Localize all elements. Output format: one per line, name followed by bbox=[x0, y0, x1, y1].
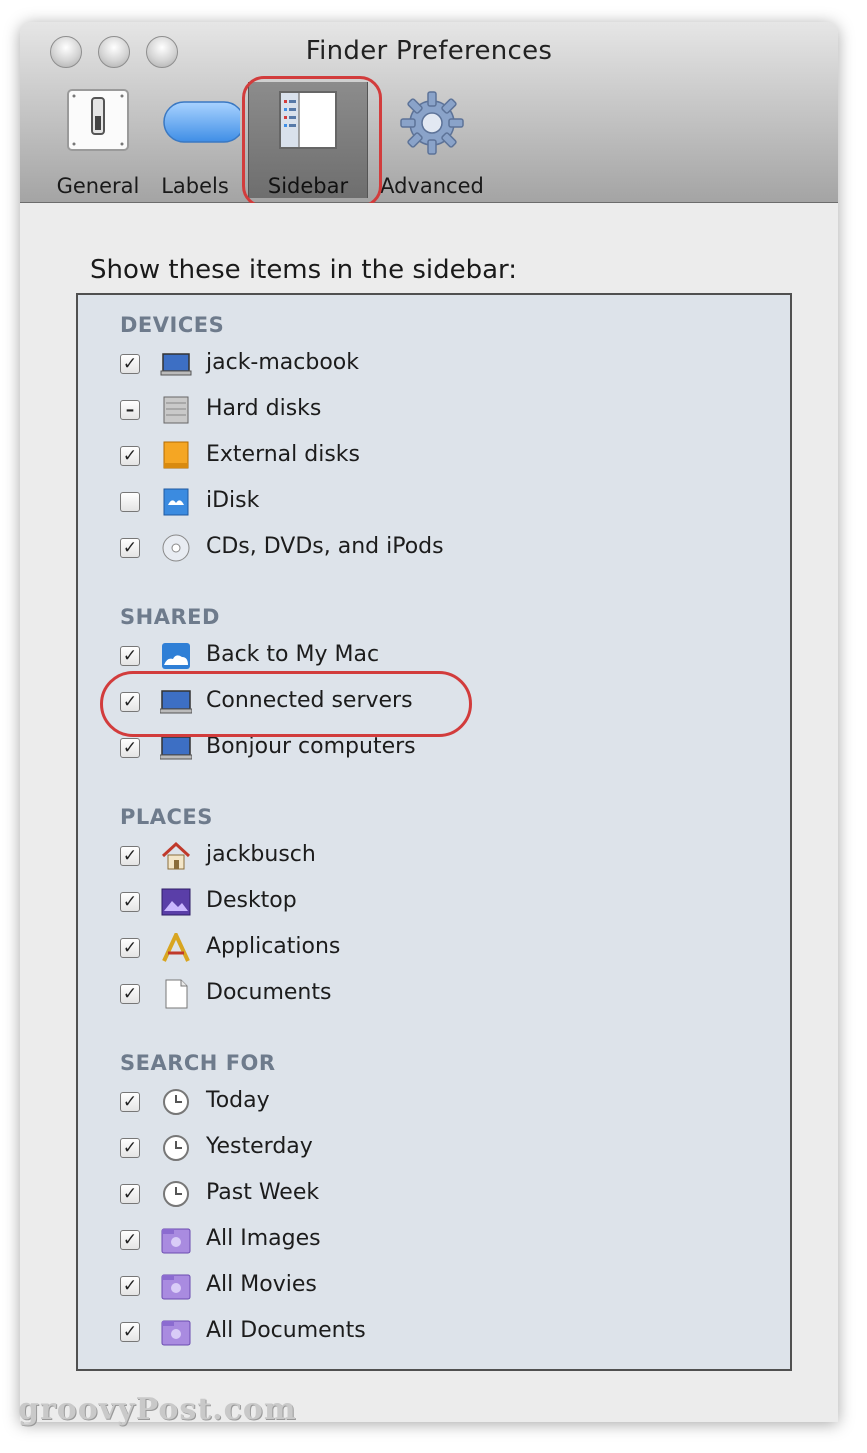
label-pill-icon bbox=[150, 88, 245, 156]
checkbox[interactable]: ✓ bbox=[120, 984, 140, 1004]
list-item[interactable]: ✓ All Movies bbox=[120, 1267, 720, 1305]
tab-general-label: General bbox=[56, 174, 140, 198]
applications-icon bbox=[160, 930, 192, 963]
checkbox[interactable]: ✓ bbox=[120, 892, 140, 912]
smart-folder-icon bbox=[160, 1225, 192, 1255]
laptop-icon bbox=[160, 349, 192, 379]
tab-labels[interactable]: Labels bbox=[150, 82, 245, 198]
checkbox[interactable]: ✓ bbox=[120, 1184, 140, 1204]
checkbox[interactable]: ✓ bbox=[120, 354, 140, 374]
window-title: Finder Preferences bbox=[305, 36, 553, 66]
checkbox[interactable]: – bbox=[120, 400, 140, 420]
checkbox[interactable]: ✓ bbox=[120, 1092, 140, 1112]
clock-icon bbox=[160, 1133, 192, 1163]
checkbox[interactable] bbox=[120, 492, 140, 512]
list-item[interactable]: ✓ Back to My Mac bbox=[120, 637, 720, 675]
title-bar: Finder Preferences General Labels Sideba… bbox=[20, 22, 838, 208]
section-title-devices: DEVICES bbox=[120, 313, 225, 337]
list-item[interactable]: ✓ Past Week bbox=[120, 1175, 720, 1213]
tab-advanced[interactable]: Advanced bbox=[372, 82, 492, 198]
checkbox[interactable]: ✓ bbox=[120, 846, 140, 866]
section-title-places: PLACES bbox=[120, 805, 213, 829]
finder-preferences-window: Finder Preferences General Labels Sideba… bbox=[20, 22, 838, 1422]
tab-advanced-label: Advanced bbox=[380, 174, 484, 198]
checkbox[interactable]: ✓ bbox=[120, 538, 140, 558]
cd-icon bbox=[160, 533, 192, 563]
list-item[interactable]: ✓ jack-macbook bbox=[120, 345, 720, 383]
annotation-highlight-connected-servers bbox=[100, 671, 472, 737]
checkbox[interactable]: ✓ bbox=[120, 1138, 140, 1158]
gear-icon bbox=[397, 88, 467, 162]
monitor-icon bbox=[159, 733, 193, 763]
list-item[interactable]: ✓ Desktop bbox=[120, 883, 720, 921]
watermark: groovyPost.com bbox=[18, 1392, 297, 1427]
checkbox[interactable]: ✓ bbox=[120, 938, 140, 958]
switch-icon bbox=[66, 88, 130, 156]
list-item[interactable]: ✓ Applications bbox=[120, 929, 720, 967]
sidebar-preferences-pane: Show these items in the sidebar: DEVICES… bbox=[20, 203, 838, 1422]
checkbox[interactable]: ✓ bbox=[120, 1322, 140, 1342]
list-item[interactable]: ✓ Documents bbox=[120, 975, 720, 1013]
home-icon bbox=[160, 841, 192, 871]
clock-icon bbox=[160, 1087, 192, 1117]
section-title-search-for: SEARCH FOR bbox=[120, 1051, 276, 1075]
desktop-icon bbox=[160, 887, 192, 917]
list-item[interactable]: ✓ All Images bbox=[120, 1221, 720, 1259]
checkbox[interactable]: ✓ bbox=[120, 446, 140, 466]
list-item[interactable]: ✓ All Documents bbox=[120, 1313, 720, 1351]
list-item[interactable]: iDisk bbox=[120, 483, 720, 521]
list-item[interactable]: – Hard disks bbox=[120, 391, 720, 429]
tab-general[interactable]: General bbox=[48, 82, 148, 198]
checkbox[interactable]: ✓ bbox=[120, 738, 140, 758]
smart-folder-icon bbox=[160, 1271, 192, 1301]
list-item[interactable]: ✓ jackbusch bbox=[120, 837, 720, 875]
list-item[interactable]: ✓ CDs, DVDs, and iPods bbox=[120, 529, 720, 567]
section-title-shared: SHARED bbox=[120, 605, 220, 629]
checkbox[interactable]: ✓ bbox=[120, 1230, 140, 1250]
cloud-icon bbox=[160, 641, 192, 671]
idisk-icon bbox=[160, 487, 192, 517]
document-icon bbox=[160, 979, 192, 1009]
external-disk-icon bbox=[160, 441, 192, 471]
annotation-highlight-sidebar-tab bbox=[242, 76, 382, 208]
clock-icon bbox=[160, 1179, 192, 1209]
list-item[interactable]: ✓ Yesterday bbox=[120, 1129, 720, 1167]
sidebar-items-list[interactable]: DEVICES ✓ jack-macbook – Hard disks ✓ Ex… bbox=[76, 293, 792, 1371]
checkbox[interactable]: ✓ bbox=[120, 1276, 140, 1296]
smart-folder-icon bbox=[160, 1317, 192, 1347]
checkbox[interactable]: ✓ bbox=[120, 646, 140, 666]
hard-disk-icon bbox=[160, 395, 192, 425]
pane-heading: Show these items in the sidebar: bbox=[90, 255, 518, 285]
list-item[interactable]: ✓ External disks bbox=[120, 437, 720, 475]
list-item[interactable]: ✓ Today bbox=[120, 1083, 720, 1121]
tab-labels-label: Labels bbox=[161, 174, 229, 198]
